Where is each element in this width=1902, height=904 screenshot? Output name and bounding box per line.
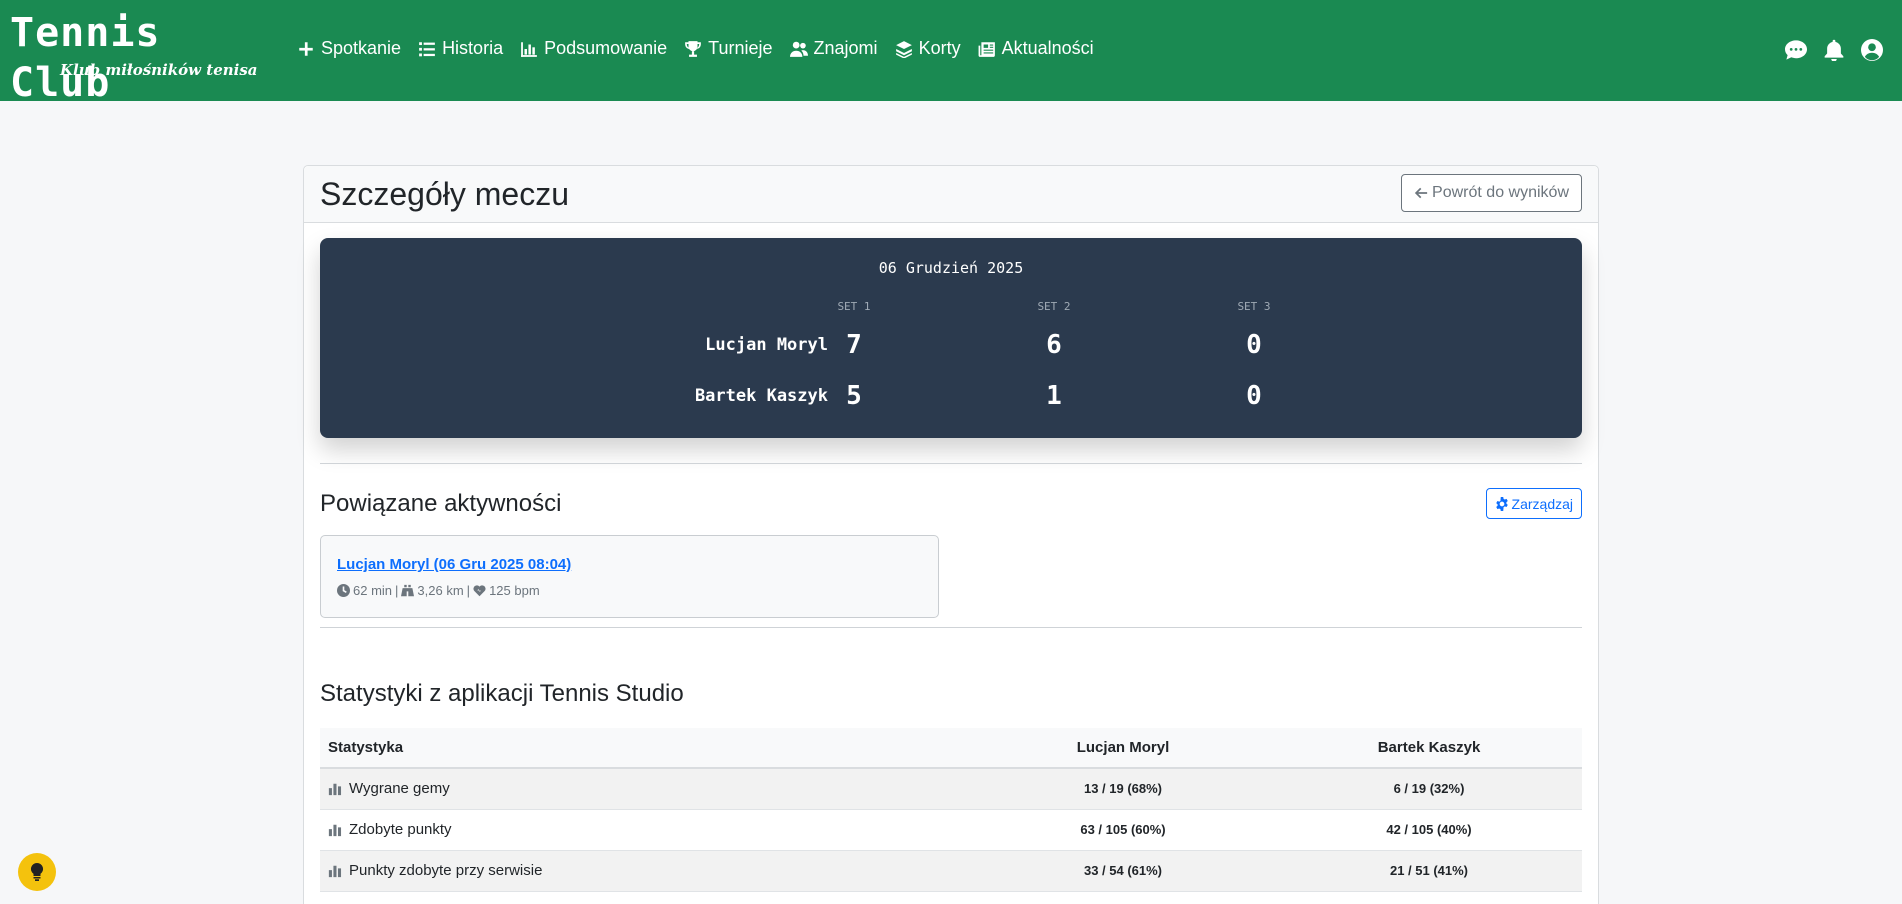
list-icon <box>419 41 435 56</box>
set-score: 5 <box>846 381 862 411</box>
bar-chart-icon <box>328 824 342 836</box>
stat-value: 42 / 105 (40%) <box>1276 809 1582 851</box>
main-nav: Spotkanie Historia Podsumowanie Turnieje… <box>297 38 1111 59</box>
nav-item-aktualnosci[interactable]: Aktualności <box>978 38 1094 59</box>
tips-button[interactable] <box>18 853 56 891</box>
activity-link[interactable]: Lucjan Moryl (06 Gru 2025 08:04) <box>337 556 571 573</box>
manage-activities-button[interactable]: Zarządzaj <box>1485 488 1582 519</box>
column-header: Bartek Kaszyk <box>1276 728 1582 769</box>
back-to-results-button[interactable]: Powrót do wyników <box>1401 174 1582 212</box>
nav-item-label: Podsumowanie <box>544 38 668 58</box>
brand-title: Tennis Club <box>10 10 161 106</box>
stat-label: Wygrane gemy <box>349 780 450 798</box>
manage-button-label: Zarządzaj <box>1511 495 1573 512</box>
stat-label: Zdobyte punkty <box>349 821 452 838</box>
nav-item-label: Spotkanie <box>321 38 402 58</box>
nav-item-label: Historia <box>442 38 504 58</box>
gear-icon <box>1495 496 1508 511</box>
nav-item-korty[interactable]: Korty <box>895 38 961 59</box>
brand-subtitle: Klub miłośników tenisa <box>60 61 258 79</box>
nav-right-icons <box>1784 38 1884 62</box>
layers-icon <box>895 40 912 58</box>
separator: | <box>466 583 471 598</box>
set-score: 6 <box>1046 330 1062 360</box>
route-icon <box>401 584 415 597</box>
set-score: 7 <box>846 330 862 360</box>
stat-value: 21 / 51 (41%) <box>1276 850 1582 892</box>
divider <box>320 463 1582 464</box>
stat-value: 6 / 19 (32%) <box>1276 768 1582 810</box>
player-name: Lucjan Moryl <box>705 335 828 355</box>
scoreboard: 06 Grudzień 2025 SET 1 SET 2 SET 3 Lucja… <box>320 238 1582 438</box>
activity-card: Lucjan Moryl (06 Gru 2025 08:04) 62 min … <box>320 535 939 618</box>
brand-logo[interactable]: Tennis Club Klub miłośników tenisa <box>10 8 280 108</box>
table-row: Punkty zdobyte przy serwisie 33 / 54 (61… <box>320 850 1582 892</box>
separator: | <box>395 583 399 598</box>
stat-name-cell: Punkty zdobyte przy serwisie <box>320 850 970 892</box>
nav-item-label: Aktualności <box>1001 38 1094 58</box>
users-icon <box>789 41 808 57</box>
set-header: SET 2 <box>1037 300 1071 313</box>
notifications-button[interactable] <box>1822 38 1846 62</box>
table-header-row: Statystyka Lucjan Moryl Bartek Kaszyk <box>320 728 1582 769</box>
set-header: SET 3 <box>1237 300 1271 313</box>
table-row: Wygrane gemy 13 / 19 (68%) 6 / 19 (32%) <box>320 768 1582 810</box>
chat-icon <box>1785 40 1807 60</box>
column-header: Statystyka <box>320 728 970 769</box>
lightbulb-icon <box>30 863 44 881</box>
bar-chart-icon <box>328 865 342 877</box>
activity-distance: 3,26 km <box>417 583 464 598</box>
nav-item-turnieje[interactable]: Turnieje <box>684 38 773 59</box>
activity-meta: 62 min | 3,26 km | 125 bpm <box>337 583 540 598</box>
nav-item-historia[interactable]: Historia <box>418 38 503 59</box>
user-menu-button[interactable] <box>1860 38 1884 62</box>
set-score: 0 <box>1246 330 1262 360</box>
stat-value: 13 / 19 (68%) <box>970 768 1276 810</box>
nav-item-label: Korty <box>918 38 961 58</box>
divider <box>320 627 1582 628</box>
user-circle-icon <box>1861 39 1883 61</box>
related-activities-title: Powiązane aktywności <box>320 490 562 517</box>
set-score: 1 <box>1046 381 1062 411</box>
bar-chart-icon <box>328 783 342 795</box>
nav-item-spotkanie[interactable]: Spotkanie <box>297 38 401 59</box>
stat-name-cell: Zdobyte punkty <box>320 809 970 851</box>
back-button-label: Powrót do wyników <box>1432 184 1569 201</box>
page-title: Szczegóły meczu <box>320 176 569 212</box>
column-header: Lucjan Moryl <box>970 728 1276 769</box>
stat-label: Punkty zdobyte przy serwisie <box>349 862 543 879</box>
set-score: 0 <box>1246 381 1262 411</box>
arrow-left-icon <box>1414 187 1428 199</box>
match-details-card: Szczegóły meczu Powrót do wyników 06 Gru… <box>303 165 1599 904</box>
stat-value: 63 / 105 (60%) <box>970 809 1276 851</box>
bell-icon <box>1824 39 1844 61</box>
stats-title: Statystyki z aplikacji Tennis Studio <box>320 680 684 707</box>
bar-chart-icon <box>521 41 537 57</box>
messages-button[interactable] <box>1784 38 1808 62</box>
newspaper-icon <box>978 41 995 57</box>
stat-value: 33 / 54 (61%) <box>970 850 1276 892</box>
stat-name-cell: Wygrane gemy <box>320 768 970 810</box>
trophy-icon <box>685 40 702 57</box>
heart-pulse-icon <box>473 585 486 597</box>
top-navbar: Tennis Club Klub miłośników tenisa Spotk… <box>0 0 1902 106</box>
nav-item-label: Znajomi <box>813 38 878 58</box>
player-name: Bartek Kaszyk <box>694 386 828 406</box>
nav-item-label: Turnieje <box>708 38 773 58</box>
plus-icon <box>299 41 313 56</box>
table-row: Zdobyte punkty 63 / 105 (60%) 42 / 105 (… <box>320 809 1582 851</box>
activity-duration: 62 min <box>353 583 393 598</box>
set-header: SET 1 <box>837 300 871 313</box>
stats-table: Statystyka Lucjan Moryl Bartek Kaszyk Wy… <box>320 728 1582 892</box>
nav-item-podsumowanie[interactable]: Podsumowanie <box>520 38 667 59</box>
match-date: 06 Grudzień 2025 <box>878 259 1024 277</box>
clock-icon <box>337 584 350 597</box>
card-header: Szczegóły meczu Powrót do wyników <box>304 166 1598 223</box>
activity-heart-rate: 125 bpm <box>489 583 540 598</box>
nav-item-znajomi[interactable]: Znajomi <box>789 38 878 59</box>
